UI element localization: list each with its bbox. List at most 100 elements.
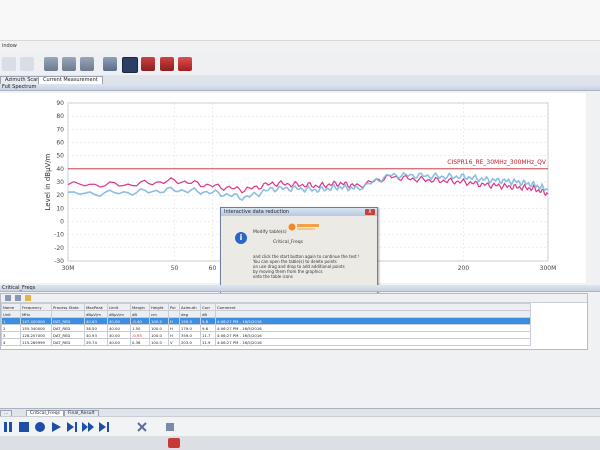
x-tick-label: 60 bbox=[209, 265, 217, 272]
col-azimuth[interactable]: Azimuth bbox=[179, 303, 201, 311]
cell: 4:06:27 PM - 16/5/2016 bbox=[215, 324, 531, 332]
cell: 1 bbox=[1, 317, 21, 325]
col-corr[interactable]: Corr bbox=[200, 303, 216, 311]
measure4-icon[interactable] bbox=[160, 57, 174, 71]
record-icon[interactable] bbox=[34, 421, 46, 433]
col-comment[interactable]: Comment bbox=[215, 303, 531, 311]
list-icon[interactable] bbox=[15, 295, 21, 301]
db3-icon[interactable] bbox=[80, 57, 94, 71]
logo-stamp-icon bbox=[288, 223, 319, 231]
cell: -0.93 bbox=[130, 331, 150, 339]
measure-icon[interactable] bbox=[103, 57, 117, 71]
table-row[interactable]: 2 155.340000 DAT_RED 38.50 40.00 1.50 100.0 H 17… bbox=[1, 324, 531, 332]
toolbar bbox=[0, 53, 600, 76]
unit-cell: deg bbox=[179, 310, 201, 318]
cell: 40.63 bbox=[84, 317, 108, 325]
info-icon: i bbox=[235, 232, 247, 244]
col-margin[interactable]: Margin bbox=[130, 303, 150, 311]
dialog-message: Modify table(s) bbox=[253, 230, 287, 235]
unit-cell: cm bbox=[149, 310, 169, 318]
unit-cell: dB bbox=[130, 310, 150, 318]
cell: 29.74 bbox=[84, 338, 108, 346]
db2-icon[interactable] bbox=[62, 57, 76, 71]
table-row[interactable]: 1 147.420000 DAT_RED 40.63 40.00 -0.40 100.0 H 1… bbox=[1, 317, 531, 325]
col-maxpeak[interactable]: MaxPeak bbox=[84, 303, 108, 311]
settings-icon[interactable] bbox=[164, 421, 176, 433]
cell: 100.0 bbox=[149, 317, 169, 325]
cell: 147.420000 bbox=[20, 317, 52, 325]
critical-freqs-table: Name Frequency Process State MaxPeak Lim… bbox=[1, 303, 531, 346]
unit-cell: dBµV/m bbox=[107, 310, 131, 318]
pause-icon[interactable] bbox=[2, 421, 14, 433]
table-row[interactable]: 4 115.289999 DAT_RED 29.74 40.00 0.36 100.0 V 20… bbox=[1, 338, 531, 346]
grid-icon[interactable] bbox=[5, 295, 11, 301]
cell: 195.0 bbox=[179, 317, 201, 325]
cell: 40.00 bbox=[107, 338, 131, 346]
cell: -0.40 bbox=[130, 317, 150, 325]
y-tick-label: -10 bbox=[54, 232, 64, 239]
cell: 40.93 bbox=[84, 331, 108, 339]
cell: 0.36 bbox=[130, 338, 150, 346]
step-forward-icon[interactable] bbox=[66, 421, 78, 433]
col-process-state[interactable]: Process State bbox=[51, 303, 85, 311]
cell: 11.7 bbox=[200, 331, 216, 339]
cell: H bbox=[168, 331, 180, 339]
app-taskbar-icon[interactable] bbox=[168, 438, 180, 448]
x-tick-label: 30M bbox=[62, 265, 75, 272]
cell: DAT_RED bbox=[51, 324, 85, 332]
cell: H bbox=[168, 324, 180, 332]
fast-forward-icon[interactable] bbox=[82, 421, 94, 433]
table-row[interactable]: 3 128.207000 DAT_RED 40.93 40.00 -0.93 100.0 H 3… bbox=[1, 331, 531, 339]
x-tick-label: 50 bbox=[171, 265, 179, 272]
y-tick-label: 90 bbox=[56, 100, 64, 107]
y-tick-label: -30 bbox=[54, 258, 64, 265]
window-title: indow bbox=[2, 43, 17, 49]
col-frequency[interactable]: Frequency bbox=[20, 303, 52, 311]
col-height[interactable]: Height bbox=[149, 303, 169, 311]
cell: 40.00 bbox=[107, 331, 131, 339]
cell: 179.0 bbox=[179, 324, 201, 332]
unit-cell bbox=[51, 310, 85, 318]
y-tick-label: 70 bbox=[56, 126, 64, 133]
cell: 3 bbox=[1, 331, 21, 339]
save-icon[interactable] bbox=[2, 57, 16, 71]
cell: 4:06:27 PM - 16/5/2016 bbox=[215, 317, 531, 325]
measure3-icon[interactable] bbox=[141, 57, 155, 71]
y-tick-label: 30 bbox=[56, 179, 64, 186]
measurement-control-bar bbox=[0, 416, 600, 437]
x-tick-label: 300M bbox=[540, 265, 557, 272]
col-pol[interactable]: Pol bbox=[168, 303, 180, 311]
cell: DAT_RED bbox=[51, 338, 85, 346]
cell: V bbox=[168, 338, 180, 346]
dialog-close-button[interactable]: X bbox=[365, 209, 375, 215]
cell: 155.340000 bbox=[20, 324, 52, 332]
skip-end-icon[interactable] bbox=[98, 421, 110, 433]
measure5-icon[interactable] bbox=[178, 57, 192, 71]
cell: 11.9 bbox=[200, 338, 216, 346]
top-strip bbox=[0, 0, 600, 41]
stop-icon[interactable] bbox=[18, 421, 30, 433]
dialog-title: Interactive data reduction bbox=[221, 208, 377, 216]
y-tick-label: 40 bbox=[56, 166, 64, 173]
play-icon[interactable] bbox=[50, 421, 62, 433]
y-tick-label: -20 bbox=[54, 245, 64, 252]
limit-line-label: CISPR16_RE_30MHz_300MHz_QV bbox=[447, 159, 547, 166]
cell: 1.50 bbox=[130, 324, 150, 332]
measure2-icon[interactable] bbox=[122, 57, 138, 73]
print-icon[interactable] bbox=[20, 57, 34, 71]
y-tick-label: 0 bbox=[60, 219, 64, 226]
filter-icon[interactable] bbox=[25, 295, 31, 301]
cell: 9.8 bbox=[200, 317, 216, 325]
db-icon[interactable] bbox=[44, 57, 58, 71]
cancel-icon[interactable] bbox=[136, 421, 148, 433]
cell: 4:06:27 PM - 16/5/2016 bbox=[215, 331, 531, 339]
cell: 115.289999 bbox=[20, 338, 52, 346]
cell: 100.0 bbox=[149, 338, 169, 346]
col-name[interactable]: Name bbox=[1, 303, 21, 311]
col-limit[interactable]: Limit bbox=[107, 303, 131, 311]
cell: 100.0 bbox=[149, 324, 169, 332]
cell: 40.00 bbox=[107, 317, 131, 325]
y-tick-label: 60 bbox=[56, 140, 64, 147]
dialog-table-name: Critical_Freqs bbox=[273, 240, 303, 245]
tab-current-measurement[interactable]: Current Measurement bbox=[38, 76, 103, 84]
